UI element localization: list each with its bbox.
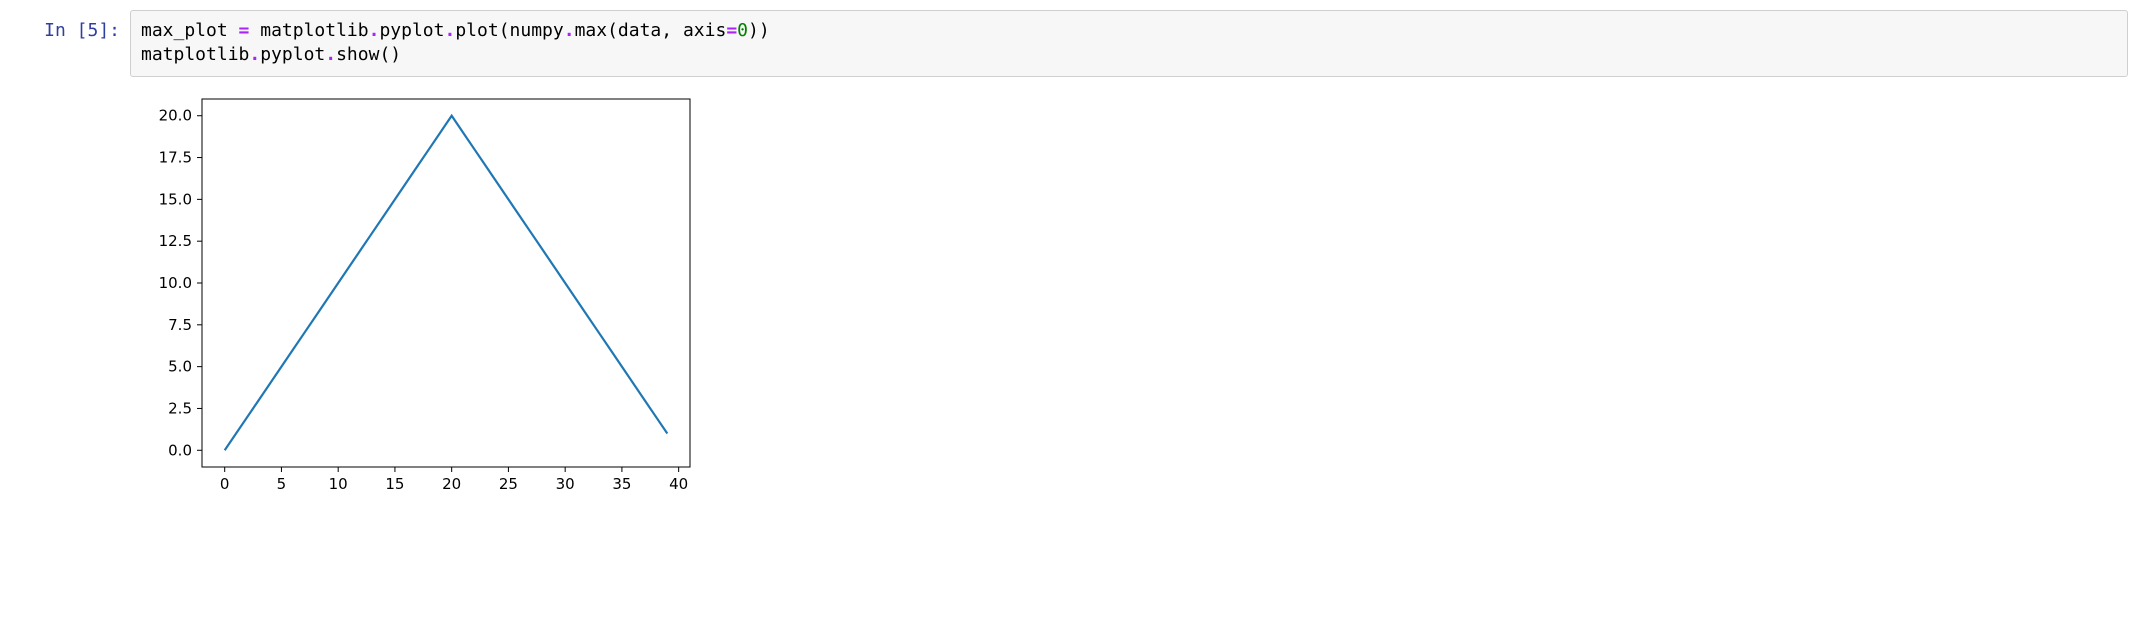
x-tick-label: 35 xyxy=(612,475,631,493)
code-token: . xyxy=(249,44,260,65)
line-chart: 0 5 10 15 20 25 30 35 40 0.0 2.5 5.0 7.5 10.0 12.5 15.0… xyxy=(130,83,706,515)
x-tick-label: 5 xyxy=(277,475,287,493)
y-tick-label: 17.5 xyxy=(159,148,192,166)
code-token: ( xyxy=(607,20,618,41)
y-tick-label: 20.0 xyxy=(159,106,192,124)
y-tick-label: 5.0 xyxy=(168,357,192,375)
code-token: matplotlib xyxy=(249,20,368,41)
prompt-label: In [5]: xyxy=(44,20,120,41)
code-token: max xyxy=(575,20,608,41)
code-token: () xyxy=(379,44,401,65)
code-token: ( xyxy=(499,20,510,41)
code-token: )) xyxy=(748,20,770,41)
plot-output: 0 5 10 15 20 25 30 35 40 0.0 2.5 5.0 7.5 10.0 12.5 15.0… xyxy=(130,83,706,515)
code-token: . xyxy=(564,20,575,41)
series-line xyxy=(225,115,668,450)
code-token: plot xyxy=(455,20,498,41)
x-tick-label: 20 xyxy=(442,475,461,493)
code-token: axis xyxy=(683,20,726,41)
y-tick-label: 15.0 xyxy=(159,190,192,208)
code-token: pyplot xyxy=(379,20,444,41)
output-area: 0 5 10 15 20 25 30 35 40 0.0 2.5 5.0 7.5 10.0 12.5 15.0… xyxy=(0,77,2138,525)
y-tick-label: 7.5 xyxy=(168,315,192,333)
code-token: max_plot xyxy=(141,20,239,41)
y-tick-label: 12.5 xyxy=(159,232,192,250)
x-tick-label: 30 xyxy=(556,475,575,493)
code-token: 0 xyxy=(737,20,748,41)
x-tick-label: 10 xyxy=(329,475,348,493)
code-token: , xyxy=(661,20,683,41)
code-token: . xyxy=(369,20,380,41)
code-input[interactable]: max_plot = matplotlib.pyplot.plot(numpy.… xyxy=(130,10,2128,77)
y-tick-label: 10.0 xyxy=(159,274,192,292)
code-token: . xyxy=(444,20,455,41)
x-tick-label: 25 xyxy=(499,475,518,493)
code-token: . xyxy=(325,44,336,65)
code-token: matplotlib xyxy=(141,44,249,65)
code-token: = xyxy=(239,20,250,41)
code-token: numpy xyxy=(510,20,564,41)
y-tick-label: 2.5 xyxy=(168,399,192,417)
code-token: = xyxy=(726,20,737,41)
x-tick-label: 15 xyxy=(385,475,404,493)
x-tick-label: 40 xyxy=(669,475,688,493)
code-token: pyplot xyxy=(260,44,325,65)
code-cell: In [5]: max_plot = matplotlib.pyplot.plo… xyxy=(0,0,2138,77)
output-prompt xyxy=(10,83,130,93)
x-tick-label: 0 xyxy=(220,475,230,493)
input-prompt: In [5]: xyxy=(10,10,130,41)
code-token: show xyxy=(336,44,379,65)
y-tick-label: 0.0 xyxy=(168,441,192,459)
code-token: data xyxy=(618,20,661,41)
